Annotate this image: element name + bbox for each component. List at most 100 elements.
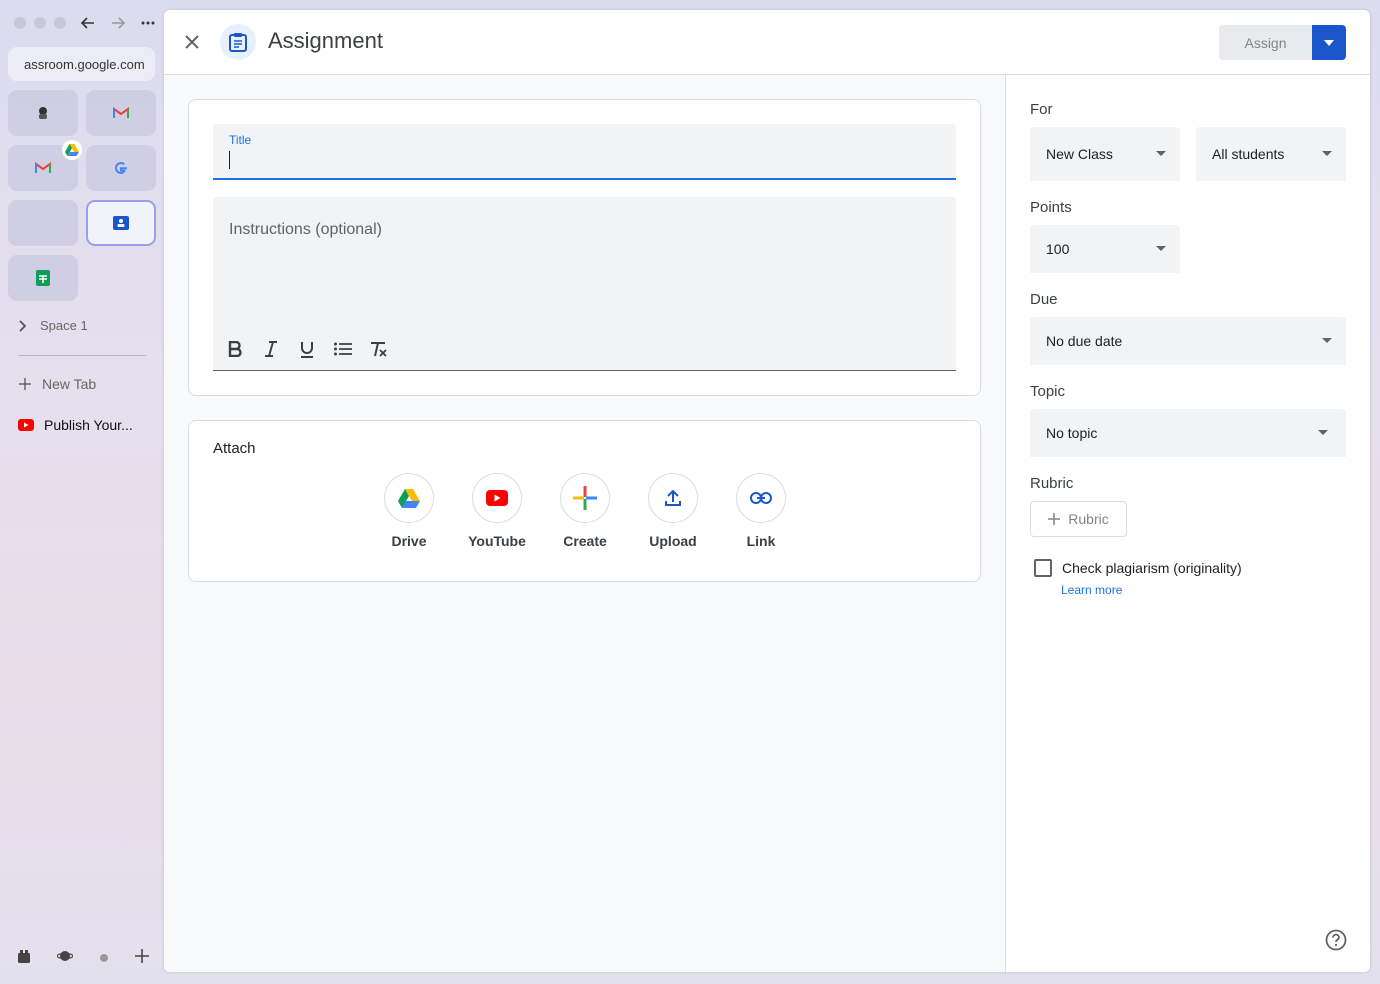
help-icon [1325, 929, 1347, 951]
youtube-icon [486, 490, 508, 506]
tab-label: Publish Your... [44, 417, 133, 433]
points-label: Points [1030, 199, 1072, 216]
topic-select[interactable]: No topic [1030, 409, 1346, 457]
instructions-placeholder: Instructions (optional) [229, 221, 382, 238]
new-tab-button[interactable]: New Tab [18, 376, 96, 392]
plus-icon [573, 486, 597, 510]
attach-upload-button[interactable]: Upload [633, 473, 713, 549]
pinned-tile-empty[interactable] [8, 200, 78, 246]
rubric-label: Rubric [1030, 475, 1074, 492]
archive-icon [18, 950, 30, 963]
attach-drive-button[interactable]: Drive [369, 473, 449, 549]
due-label: Due [1030, 291, 1058, 308]
space-toggle[interactable]: Space 1 [18, 318, 88, 333]
class-select[interactable]: New Class [1030, 127, 1180, 181]
tab-publish[interactable]: Publish Your... [18, 417, 133, 433]
pinned-tile-classroom[interactable] [86, 200, 156, 246]
assign-options-button[interactable] [1312, 25, 1346, 60]
minimize-window-button[interactable] [34, 17, 46, 29]
page-title: Assignment [268, 28, 383, 53]
students-select[interactable]: All students [1196, 127, 1346, 181]
close-button[interactable] [180, 30, 204, 54]
rubric-button-label: Rubric [1068, 511, 1109, 527]
students-value: All students [1212, 146, 1285, 162]
attach-link-button[interactable]: Link [721, 473, 801, 549]
avatar-icon [39, 107, 47, 119]
attach-create-label: Create [563, 533, 607, 549]
clear-formatting-button[interactable] [367, 337, 391, 361]
spaces-button[interactable] [56, 948, 74, 969]
classroom-icon [113, 216, 129, 230]
dot-icon [99, 953, 108, 962]
due-select[interactable]: No due date [1030, 317, 1346, 365]
attach-youtube-circle [472, 473, 522, 523]
plagiarism-check[interactable]: Check plagiarism (originality) [1034, 559, 1242, 577]
text-cursor [229, 151, 230, 169]
underline-icon [301, 341, 313, 358]
class-value: New Class [1046, 146, 1113, 162]
points-select[interactable]: 100 [1030, 225, 1180, 273]
attach-create-circle [560, 473, 610, 523]
more-menu-button[interactable] [138, 12, 158, 34]
instructions-input[interactable]: Instructions (optional) [213, 197, 956, 371]
upload-icon [665, 489, 681, 506]
assign-button[interactable]: Assign [1219, 25, 1312, 60]
learn-more-link[interactable]: Learn more [1061, 583, 1122, 597]
caret-down-icon [1156, 246, 1166, 251]
navigation-buttons [78, 12, 158, 34]
attach-link-label: Link [746, 533, 776, 549]
attach-title: Attach [213, 440, 256, 457]
clear-formatting-icon [371, 342, 387, 357]
space-label: Space 1 [40, 318, 88, 333]
plagiarism-checkbox[interactable] [1034, 559, 1052, 577]
attach-drive-label: Drive [391, 533, 427, 549]
sidebar-footer [16, 948, 150, 969]
google-icon [115, 161, 127, 175]
attach-youtube-label: YouTube [468, 533, 526, 549]
pinned-tile-gmail[interactable] [86, 90, 156, 136]
assignment-icon [220, 24, 256, 60]
for-label: For [1030, 101, 1053, 118]
link-icon [750, 492, 772, 504]
caret-down-icon [1322, 338, 1332, 343]
planet-icon [56, 951, 74, 961]
topic-label: Topic [1030, 383, 1066, 400]
forward-button[interactable] [108, 12, 128, 34]
url-bar[interactable]: assroom.google.com [8, 47, 155, 81]
title-input[interactable]: Title [213, 124, 956, 180]
close-window-button[interactable] [14, 17, 26, 29]
details-card: Title Instructions (optional) [188, 99, 981, 396]
classroom-window: Assignment Assign Title Instructions (op… [164, 10, 1370, 972]
help-button[interactable] [1324, 928, 1348, 952]
caret-down-icon [1324, 39, 1334, 46]
underline-button[interactable] [295, 337, 319, 361]
title-label: Title [229, 133, 252, 147]
attach-card: Attach Drive YouTube Create Upload Link [188, 420, 981, 582]
assignment-form-area: Title Instructions (optional) Attach Dri… [164, 75, 1005, 972]
attach-drive-circle [384, 473, 434, 523]
window-controls [14, 17, 66, 29]
plus-icon [1048, 513, 1061, 525]
add-space-button[interactable] [134, 948, 150, 969]
maximize-window-button[interactable] [54, 17, 66, 29]
bulleted-list-icon [334, 342, 352, 356]
more-horizontal-icon [141, 21, 155, 25]
clipboard-icon [229, 33, 247, 52]
points-value: 100 [1046, 241, 1070, 257]
bulleted-list-button[interactable] [331, 337, 355, 361]
close-icon [185, 35, 199, 49]
pinned-tile-sheets[interactable] [8, 255, 78, 301]
attach-youtube-button[interactable]: YouTube [457, 473, 537, 549]
pinned-tile-google[interactable] [86, 145, 156, 191]
arrow-left-icon [80, 17, 94, 29]
archive-button[interactable] [16, 948, 32, 969]
italic-button[interactable] [259, 337, 283, 361]
attach-create-button[interactable]: Create [545, 473, 625, 549]
bold-icon [228, 341, 242, 357]
bold-button[interactable] [223, 337, 247, 361]
space-dot-button[interactable] [99, 950, 109, 968]
add-rubric-button[interactable]: Rubric [1030, 501, 1127, 537]
new-tab-label: New Tab [42, 376, 97, 392]
pinned-tile-avatar[interactable] [8, 90, 78, 136]
back-button[interactable] [78, 12, 98, 34]
